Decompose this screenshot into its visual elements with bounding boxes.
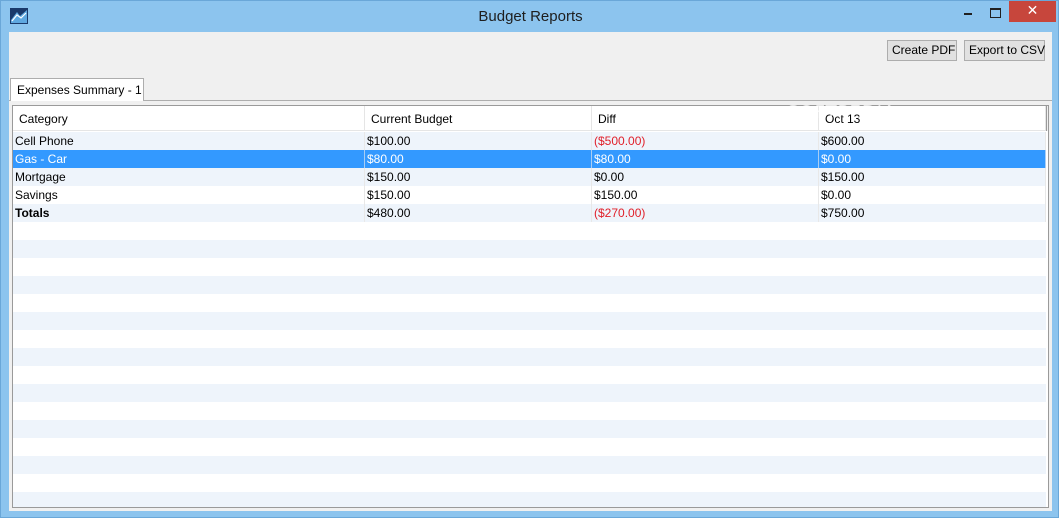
- tab-strip-divider: [9, 100, 1052, 101]
- window-title: Budget Reports: [478, 8, 583, 25]
- cell-oct-13: $150.00: [819, 168, 1046, 186]
- empty-row: [13, 258, 1046, 276]
- close-button[interactable]: ✕: [1009, 1, 1056, 22]
- empty-row: [13, 438, 1046, 456]
- cell-diff: $0.00: [592, 168, 819, 186]
- cell-oct-13: $0.00: [819, 186, 1046, 204]
- empty-row: [13, 312, 1046, 330]
- cell-current-budget: $100.00: [365, 132, 592, 150]
- cell-current-budget: $150.00: [365, 186, 592, 204]
- scrollbar-stub[interactable]: [1046, 106, 1048, 131]
- cell-current-budget: $480.00: [365, 204, 592, 222]
- column-header-category[interactable]: Category: [13, 106, 365, 131]
- expenses-table[interactable]: Category Current Budget Diff Oct 13 Cell…: [12, 105, 1049, 508]
- empty-row: [13, 402, 1046, 420]
- cell-category: Totals: [13, 204, 365, 222]
- export-csv-button[interactable]: Export to CSV: [964, 40, 1045, 61]
- app-window: Budget Reports ✕ Create PDF Export to CS…: [0, 0, 1059, 518]
- cell-current-budget: $80.00: [365, 150, 592, 168]
- tab-expenses-summary[interactable]: Expenses Summary - 1: [10, 78, 144, 101]
- cell-diff: $80.00: [592, 150, 819, 168]
- empty-row: [13, 222, 1046, 240]
- empty-row: [13, 294, 1046, 312]
- table-row[interactable]: Cell Phone $100.00 ($500.00) $600.00: [13, 132, 1046, 150]
- empty-row: [13, 348, 1046, 366]
- cell-oct-13: $750.00: [819, 204, 1046, 222]
- table-row[interactable]: Mortgage $150.00 $0.00 $150.00: [13, 168, 1046, 186]
- empty-row: [13, 240, 1046, 258]
- cell-category: Gas - Car: [13, 150, 365, 168]
- column-header-diff[interactable]: Diff: [592, 106, 819, 131]
- column-header-current-budget[interactable]: Current Budget: [365, 106, 592, 131]
- cell-oct-13: $0.00: [819, 150, 1046, 168]
- empty-row: [13, 330, 1046, 348]
- empty-row: [13, 456, 1046, 474]
- cell-category: Savings: [13, 186, 365, 204]
- title-bar[interactable]: Budget Reports ✕: [1, 1, 1059, 32]
- watermark: SOFTPEDIA: [787, 102, 897, 123]
- empty-row: [13, 384, 1046, 402]
- cell-category: Cell Phone: [13, 132, 365, 150]
- cell-current-budget: $150.00: [365, 168, 592, 186]
- table-row[interactable]: Savings $150.00 $150.00 $0.00: [13, 186, 1046, 204]
- close-icon: ✕: [1026, 3, 1039, 19]
- create-pdf-button[interactable]: Create PDF: [887, 40, 957, 61]
- empty-row: [13, 492, 1046, 507]
- empty-row: [13, 366, 1046, 384]
- cell-category: Mortgage: [13, 168, 365, 186]
- minimize-button[interactable]: [953, 1, 980, 23]
- empty-row: [13, 474, 1046, 492]
- empty-row: [13, 276, 1046, 294]
- maximize-button[interactable]: [981, 1, 1008, 23]
- empty-row: [13, 420, 1046, 438]
- table-row-selected[interactable]: Gas - Car $80.00 $80.00 $0.00: [13, 150, 1046, 168]
- cell-diff: ($270.00): [592, 204, 819, 222]
- cell-oct-13: $600.00: [819, 132, 1046, 150]
- cell-diff: ($500.00): [592, 132, 819, 150]
- cell-diff: $150.00: [592, 186, 819, 204]
- table-row-totals[interactable]: Totals $480.00 ($270.00) $750.00: [13, 204, 1046, 222]
